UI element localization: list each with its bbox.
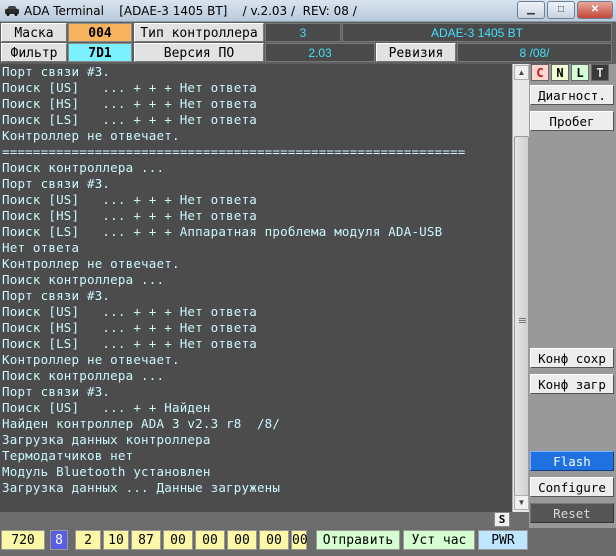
byte-field[interactable]: 00 — [195, 530, 225, 550]
byte-field[interactable]: 00 — [291, 530, 308, 550]
terminal-line: Порт связи #3. — [2, 64, 111, 79]
byte-field[interactable]: 00 — [259, 530, 289, 550]
terminal-line: Термодатчиков нет — [2, 448, 134, 463]
filter-label: Фильтр — [1, 43, 67, 62]
flash-button[interactable]: Flash — [530, 451, 614, 471]
terminal-scrollbar[interactable]: ▲ ▼ — [512, 64, 529, 512]
terminal-line: Поиск контроллера ... — [2, 368, 165, 383]
byte-field[interactable]: 10 — [103, 530, 129, 550]
power-indicator: PWR — [478, 530, 528, 550]
mask-input[interactable]: 004 — [68, 23, 132, 42]
version-value: 2.03 — [265, 43, 375, 62]
terminal-line: Нет ответа — [2, 240, 80, 255]
right-panel: C N L T Диагност. Пробег Конф сохр Конф … — [529, 64, 616, 528]
byte-field[interactable]: 87 — [131, 530, 161, 550]
terminal-line: Контроллер не отвечает. — [2, 128, 180, 143]
byte-field[interactable]: 00 — [163, 530, 193, 550]
mode-n-button[interactable]: N — [551, 64, 569, 81]
close-icon: ✕ — [590, 4, 600, 15]
terminal-line: Поиск [US] ... + + + Нет ответа — [2, 80, 257, 95]
mode-l-button[interactable]: L — [571, 64, 589, 81]
scrollbar-thumb[interactable] — [514, 136, 529, 508]
controller-name-value: ADAE-3 1405 BT — [342, 23, 612, 42]
terminal-line: Порт связи #3. — [2, 176, 111, 191]
terminal-line: Порт связи #3. — [2, 384, 111, 399]
terminal-line: Найден контроллер ADA 3 v2.3 r8 /8/ — [2, 416, 281, 431]
title-bar: ADA Terminal [ADAE-3 1405 BT] / v.2.03 /… — [0, 0, 616, 22]
byte-field[interactable]: 00 — [227, 530, 257, 550]
minimize-button[interactable]: ▁ — [517, 1, 545, 19]
length-field[interactable]: 8 — [50, 530, 68, 550]
counter-field: 720 — [1, 530, 45, 550]
terminal-line: Порт связи #3. — [2, 288, 111, 303]
config-save-button[interactable]: Конф сохр — [530, 348, 614, 368]
controller-number-value: 3 — [265, 23, 341, 42]
mileage-button[interactable]: Пробег — [530, 111, 614, 131]
terminal-line: Контроллер не отвечает. — [2, 352, 180, 367]
terminal-line: ========================================… — [2, 144, 466, 159]
terminal-line: Поиск [HS] ... + + + Нет ответа — [2, 96, 257, 111]
header-panel: Маска 004 Фильтр 7D1 Тип контроллера 3 A… — [0, 22, 616, 64]
terminal-line: Поиск [US] ... + + + Нет ответа — [2, 304, 257, 319]
minimize-icon: ▁ — [527, 4, 535, 15]
scroll-down-icon[interactable]: ▼ — [514, 495, 529, 510]
terminal-line: Контроллер не отвечает. — [2, 256, 180, 271]
set-clock-button[interactable]: Уст час — [403, 530, 475, 550]
app-car-icon — [5, 6, 19, 16]
controller-type-label: Тип контроллера — [134, 23, 264, 42]
config-load-button[interactable]: Конф загр — [530, 374, 614, 394]
terminal-line: Поиск [US] ... + + + Нет ответа — [2, 192, 257, 207]
maximize-icon: □ — [557, 4, 565, 15]
terminal-line: Поиск контроллера ... — [2, 272, 165, 287]
terminal-line: Поиск [US] ... + + Найден — [2, 400, 211, 415]
configure-button[interactable]: Configure — [530, 477, 614, 497]
terminal-line: Поиск [LS] ... + + + Аппаратная проблема… — [2, 224, 443, 239]
send-button[interactable]: Отправить — [316, 530, 400, 550]
revision-label: Ревизия — [376, 43, 456, 62]
maximize-button[interactable]: □ — [547, 1, 575, 19]
terminal-line: Поиск [HS] ... + + + Нет ответа — [2, 208, 257, 223]
s-button[interactable]: S — [494, 512, 510, 527]
mode-t-button[interactable]: T — [591, 64, 609, 81]
scroll-up-icon[interactable]: ▲ — [514, 65, 529, 80]
bottom-bar: 720 8 2 10 87 00 00 00 00 00 Отправить У… — [0, 528, 616, 556]
window-title: ADA Terminal [ADAE-3 1405 BT] / v.2.03 /… — [24, 4, 357, 18]
terminal-line: Модуль Bluetooth установлен — [2, 464, 211, 479]
byte-field[interactable]: 2 — [75, 530, 101, 550]
filter-input[interactable]: 7D1 — [68, 43, 132, 62]
terminal-line: Поиск [LS] ... + + + Нет ответа — [2, 336, 257, 351]
close-button[interactable]: ✕ — [577, 1, 613, 19]
diagnostics-button[interactable]: Диагност. — [530, 85, 614, 105]
version-label: Версия ПО — [134, 43, 264, 62]
reset-button[interactable]: Reset — [530, 503, 614, 523]
terminal-line: Поиск контроллера ... — [2, 160, 165, 175]
terminal-line: Загрузка данных ... Данные загружены — [2, 480, 281, 495]
terminal-line: Поиск [HS] ... + + + Нет ответа — [2, 320, 257, 335]
terminal-line: Загрузка данных контроллера — [2, 432, 211, 447]
mode-c-button[interactable]: C — [531, 64, 549, 81]
terminal-line: Поиск [LS] ... + + + Нет ответа — [2, 112, 257, 127]
revision-value: 8 /08/ — [457, 43, 612, 62]
mask-label: Маска — [1, 23, 67, 42]
terminal-output[interactable]: Порт связи #3. Поиск [US] ... + + + Нет о… — [0, 64, 512, 512]
